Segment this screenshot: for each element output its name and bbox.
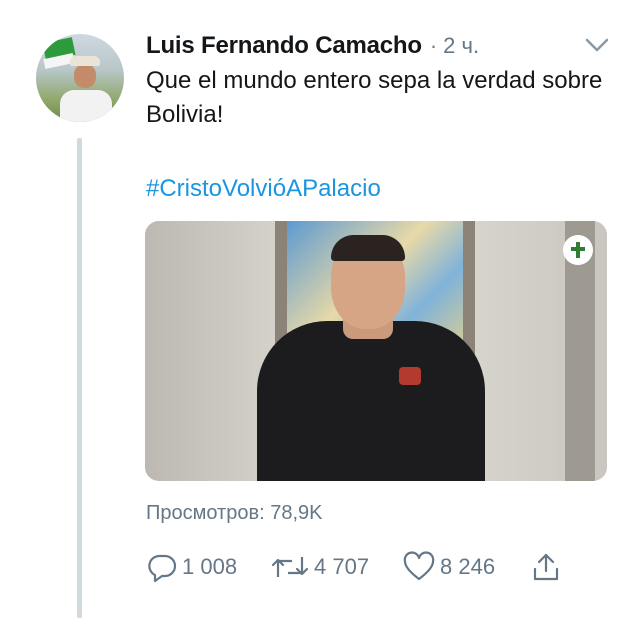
- media-person-hair: [331, 235, 405, 261]
- retweet-count: 4 707: [314, 554, 370, 579]
- share-icon: [530, 551, 562, 583]
- view-count: Просмотров: 78,9K: [146, 502, 323, 524]
- avatar-shirt: [60, 90, 112, 122]
- retweet-button[interactable]: 4 707: [270, 549, 369, 585]
- reply-icon: [146, 551, 178, 583]
- reply-button[interactable]: 1 008: [146, 549, 237, 585]
- tweet-header: Luis Fernando Camacho · 2 ч.: [146, 30, 610, 62]
- thread-line: [77, 138, 82, 618]
- header-separator: ·: [429, 33, 438, 58]
- tweet-timestamp[interactable]: 2 ч.: [443, 33, 479, 59]
- tweet-actions: 1 008 4 707 8 246: [146, 549, 586, 585]
- chevron-down-icon[interactable]: [584, 34, 610, 56]
- retweet-icon: [270, 551, 310, 583]
- tweet-text: Que el mundo entero sepa la verdad sobre…: [146, 67, 603, 128]
- author-name[interactable]: Luis Fernando Camacho: [146, 32, 422, 60]
- like-count: 8 246: [440, 554, 496, 579]
- hashtag-link[interactable]: #CristoVolvióAPalacio: [146, 172, 381, 206]
- avatar-face: [74, 64, 96, 88]
- cross-emblem-icon: [563, 235, 593, 265]
- video-media[interactable]: [145, 221, 607, 481]
- heart-icon: [402, 551, 436, 583]
- author-avatar[interactable]: [36, 34, 124, 122]
- reply-count: 1 008: [182, 554, 238, 579]
- share-button[interactable]: [530, 549, 562, 585]
- media-jacket-badge: [399, 367, 421, 385]
- like-button[interactable]: 8 246: [402, 549, 495, 585]
- media-person-jacket: [257, 321, 485, 481]
- avatar-hat: [70, 56, 100, 66]
